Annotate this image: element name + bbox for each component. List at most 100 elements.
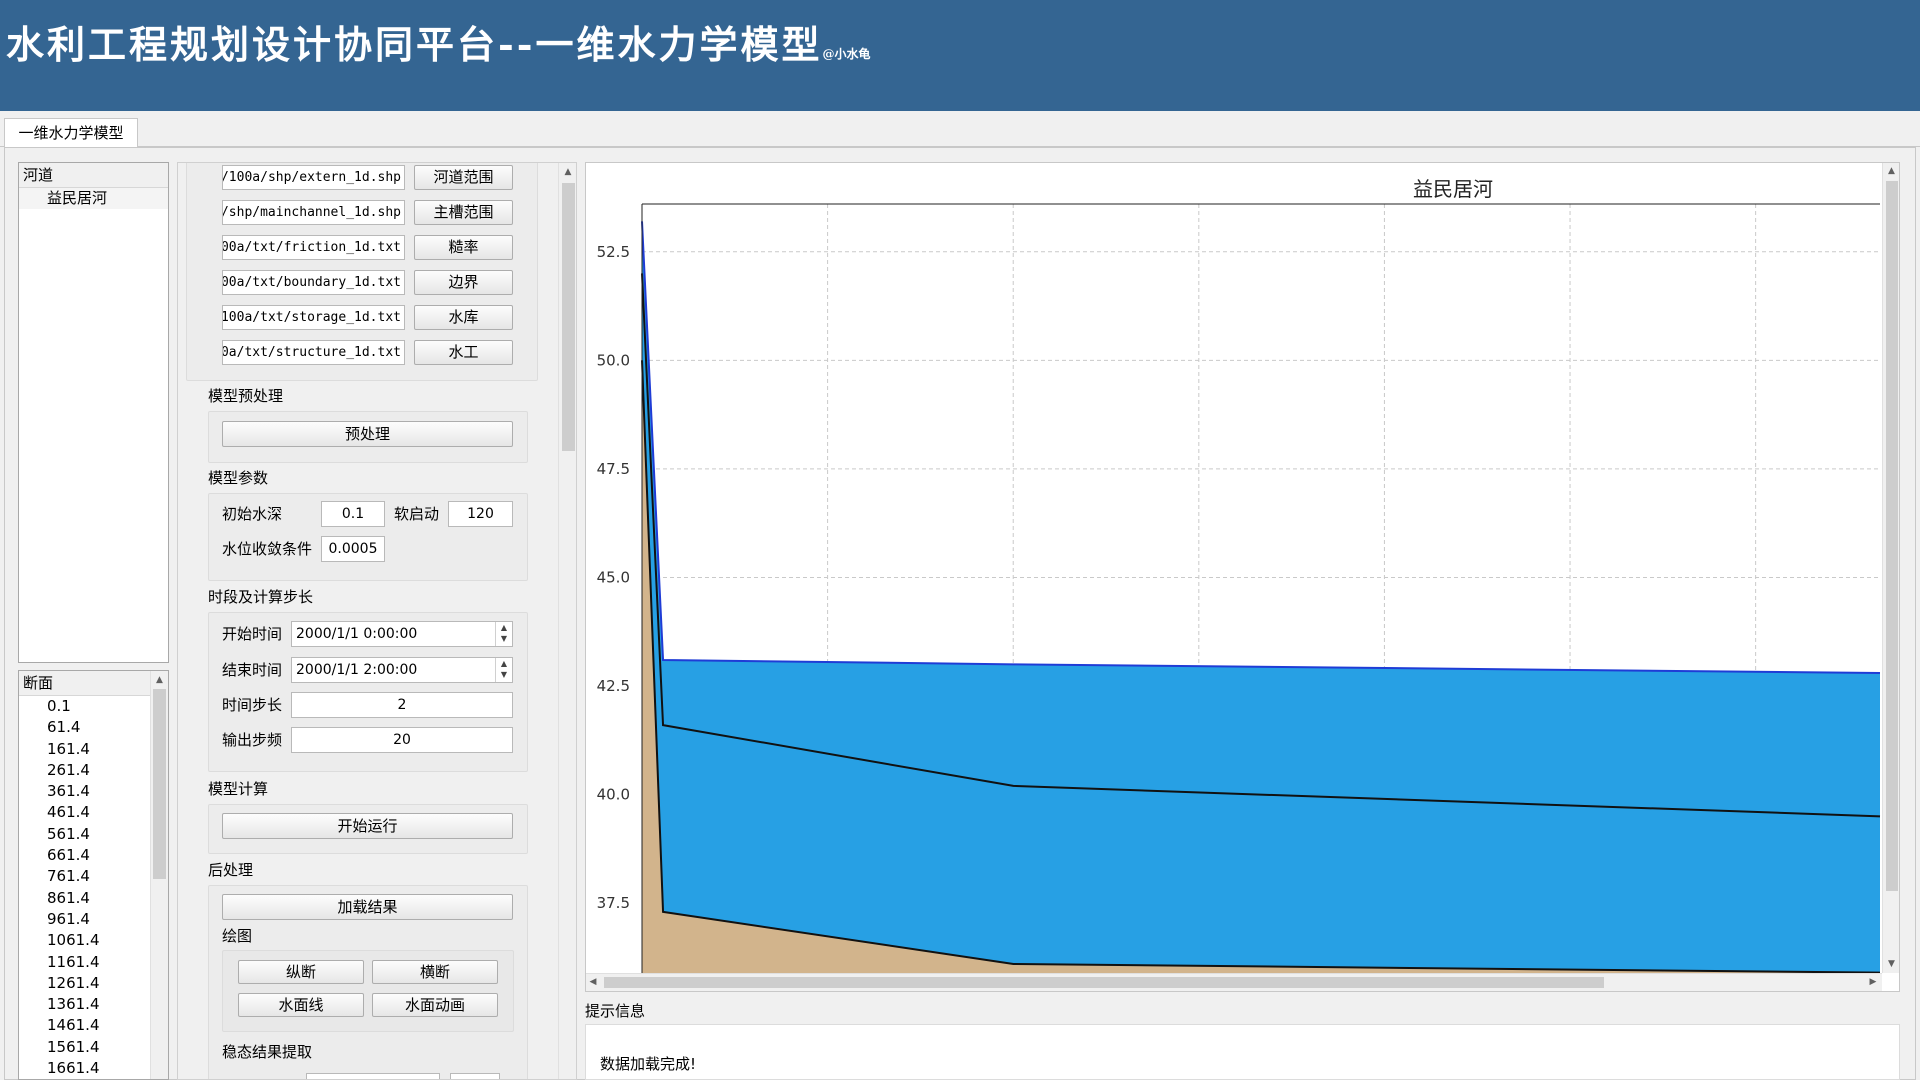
- time-title: 时段及计算步长: [208, 588, 314, 606]
- steady-extract-label: 稳态结果提取: [222, 1043, 313, 1061]
- control-panel: 模型预处理 预处理 模型参数 初始水深 0.1 软启动 120 水位收敛条件 0…: [177, 162, 577, 1080]
- section-item[interactable]: 61.4: [19, 717, 168, 738]
- y-tick-label: 37.5: [597, 894, 630, 912]
- file-path-input[interactable]: D:/100a/txt/boundary_1d.txt: [222, 270, 405, 295]
- file-path-input[interactable]: D:/100a/shp/extern_1d.shp: [222, 165, 405, 190]
- file-select-button[interactable]: 河道范围: [414, 165, 513, 190]
- chart-hscrollbar[interactable]: ◀ ▶: [586, 973, 1882, 991]
- section-items: 0.1 61.4 161.4 261.4 361.4 461.4 561.4 661.4 761…: [19, 696, 168, 1079]
- scroll-right-icon[interactable]: ▶: [1866, 977, 1880, 987]
- chart-panel: 益民居河 37.5 40.0 42.5 45.0 47.5 50.0 52.5 ▲ ▼ ◀ …: [585, 162, 1900, 992]
- section-item[interactable]: 1261.4: [19, 973, 168, 994]
- section-item[interactable]: 661.4: [19, 845, 168, 866]
- end-time-label: 结束时间: [222, 661, 283, 679]
- file-select-button[interactable]: 边界: [414, 270, 513, 295]
- scroll-thumb[interactable]: [562, 183, 575, 451]
- section-item[interactable]: 161.4: [19, 739, 168, 760]
- run-button[interactable]: 开始运行: [222, 813, 513, 839]
- preprocess-button[interactable]: 预处理: [222, 421, 513, 447]
- water-animation-button[interactable]: 水面动画: [372, 993, 498, 1017]
- y-tick-labels: 37.5 40.0 42.5 45.0 47.5 50.0 52.5: [597, 243, 630, 912]
- section-item[interactable]: 1161.4: [19, 952, 168, 973]
- info-panel: 数据加载完成!: [585, 1024, 1900, 1080]
- init-depth-label: 初始水深: [222, 505, 283, 523]
- section-item[interactable]: 1661.4: [19, 1058, 168, 1079]
- scroll-thumb[interactable]: [604, 977, 1604, 988]
- section-item[interactable]: 761.4: [19, 866, 168, 887]
- file-select-button[interactable]: 水库: [414, 305, 513, 330]
- y-tick-label: 47.5: [597, 460, 630, 478]
- converge-label: 水位收敛条件: [222, 540, 313, 558]
- section-item[interactable]: 261.4: [19, 760, 168, 781]
- info-title: 提示信息: [585, 1002, 646, 1020]
- tab-strip: [0, 111, 1920, 147]
- soft-start-input[interactable]: 120: [448, 501, 513, 527]
- scroll-down-icon[interactable]: ▼: [1883, 959, 1899, 969]
- load-result-button[interactable]: 加载结果: [222, 894, 513, 920]
- app-title-bar: 水利工程规划设计协同平台--一维水力学模型@小水龟: [0, 0, 1920, 111]
- time-step-input[interactable]: 2: [291, 692, 513, 718]
- section-item[interactable]: 1061.4: [19, 930, 168, 951]
- river-item[interactable]: 益民居河: [19, 188, 168, 209]
- section-list-header: 断面: [19, 671, 150, 696]
- section-item[interactable]: 1461.4: [19, 1015, 168, 1036]
- soft-start-label: 软启动: [394, 505, 440, 523]
- file-path-input[interactable]: D:/100a/txt/friction_1d.txt: [222, 235, 405, 260]
- params-title: 模型参数: [208, 469, 269, 487]
- y-tick-label: 40.0: [597, 786, 630, 804]
- output-freq-input[interactable]: 20: [291, 727, 513, 753]
- water-profile-button[interactable]: 水面线: [238, 993, 364, 1017]
- compute-title: 模型计算: [208, 780, 269, 798]
- section-item[interactable]: 461.4: [19, 802, 168, 823]
- app-title: 水利工程规划设计协同平台--一维水力学模型@小水龟: [6, 22, 871, 67]
- chart-title: 益民居河: [1413, 177, 1493, 201]
- converge-input[interactable]: 0.0005: [321, 536, 385, 562]
- file-path-input[interactable]: D:/100a/txt/structure_1d.txt: [222, 340, 405, 365]
- steady-extract-input-2[interactable]: [450, 1073, 500, 1079]
- file-select-button[interactable]: 水工: [414, 340, 513, 365]
- scroll-up-icon[interactable]: ▲: [151, 675, 168, 685]
- section-item[interactable]: 0.1: [19, 696, 168, 717]
- section-item[interactable]: 861.4: [19, 888, 168, 909]
- cross-section-button[interactable]: 横断: [372, 960, 498, 984]
- section-item[interactable]: 1561.4: [19, 1037, 168, 1058]
- output-freq-label: 输出步频: [222, 731, 283, 749]
- start-time-label: 开始时间: [222, 625, 283, 643]
- scroll-thumb[interactable]: [1886, 181, 1898, 891]
- watermark: @小水龟: [822, 47, 871, 61]
- scroll-thumb[interactable]: [153, 689, 166, 879]
- tab-1d-model[interactable]: 一维水力学模型: [4, 118, 138, 148]
- y-tick-label: 45.0: [597, 568, 630, 586]
- y-tick-label: 42.5: [597, 677, 630, 695]
- spin-arrows-icon[interactable]: ▲ ▼: [495, 658, 512, 682]
- scroll-left-icon[interactable]: ◀: [586, 977, 600, 987]
- scroll-up-icon[interactable]: ▲: [1883, 166, 1899, 176]
- section-list[interactable]: 断面 0.1 61.4 161.4 261.4 361.4 461.4 561.4 661.4…: [18, 670, 169, 1080]
- plot-label: 绘图: [222, 927, 253, 945]
- file-select-button[interactable]: 主槽范围: [414, 200, 513, 225]
- river-list[interactable]: 河道 益民居河: [18, 162, 169, 663]
- file-path-input[interactable]: D:/100a/txt/storage_1d.txt: [222, 305, 405, 330]
- control-scrollbar[interactable]: ▲: [558, 163, 576, 1079]
- river-list-header: 河道: [19, 163, 168, 188]
- init-depth-input[interactable]: 0.1: [321, 501, 385, 527]
- chart-vscrollbar[interactable]: ▲ ▼: [1882, 163, 1899, 973]
- spin-arrows-icon[interactable]: ▲ ▼: [495, 622, 512, 646]
- profile-chart: 益民居河 37.5 40.0 42.5 45.0 47.5 50.0 52.5: [597, 177, 1881, 973]
- longitudinal-button[interactable]: 纵断: [238, 960, 364, 984]
- y-tick-label: 50.0: [597, 351, 630, 369]
- section-scrollbar[interactable]: ▲: [150, 671, 168, 1079]
- end-time-input[interactable]: 2000/1/1 2:00:00 ▲ ▼: [291, 657, 513, 683]
- steady-extract-input[interactable]: [306, 1073, 440, 1079]
- scroll-up-icon[interactable]: ▲: [559, 167, 576, 177]
- section-item[interactable]: 561.4: [19, 824, 168, 845]
- start-time-input[interactable]: 2000/1/1 0:00:00 ▲ ▼: [291, 621, 513, 647]
- section-item[interactable]: 1361.4: [19, 994, 168, 1015]
- section-item[interactable]: 961.4: [19, 909, 168, 930]
- file-select-button[interactable]: 糙率: [414, 235, 513, 260]
- file-path-input[interactable]: D:/100a/shp/mainchannel_1d.shp: [222, 200, 405, 225]
- section-item[interactable]: 361.4: [19, 781, 168, 802]
- post-title: 后处理: [208, 861, 254, 879]
- info-message: 数据加载完成!: [600, 1055, 697, 1073]
- preprocess-title: 模型预处理: [208, 387, 284, 405]
